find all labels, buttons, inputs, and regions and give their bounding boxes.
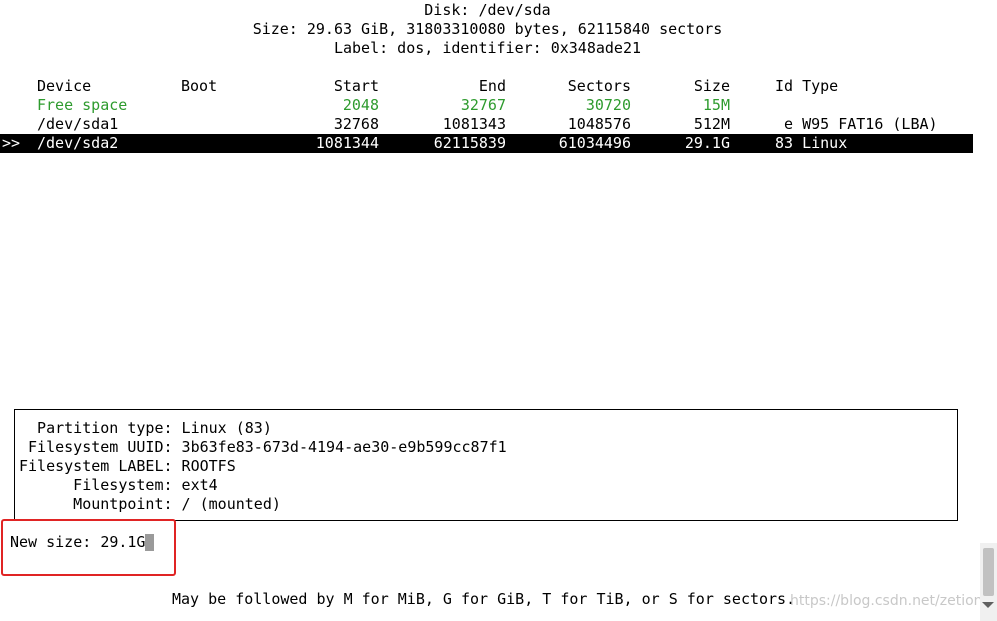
watermark: https://blog.csdn.net/zetion_ xyxy=(790,593,990,609)
row-type: 83 Linux xyxy=(775,134,848,152)
header-size: Size xyxy=(693,77,730,95)
row-device: Free space xyxy=(37,96,128,114)
table-row-free-space[interactable]: Free space 2048 32767 30720 15M xyxy=(0,96,975,115)
disk-size: Size: 29.63 GiB, 31803310080 bytes, 6211… xyxy=(252,20,723,38)
text-cursor xyxy=(145,534,154,551)
info-partition-type: Partition type: Linux (83) xyxy=(19,419,272,437)
header-type: Id Type xyxy=(775,77,839,95)
table-header: Device Boot Start End Sectors Size Id Ty… xyxy=(0,77,975,96)
disk-title: Disk: /dev/sda xyxy=(424,1,551,19)
row-device: /dev/sda2 xyxy=(37,134,119,152)
info-filesystem-uuid: Filesystem UUID: 3b63fe83-673d-4194-ae30… xyxy=(19,438,507,456)
row-start: 2048 xyxy=(342,96,379,114)
row-end: 62115839 xyxy=(433,134,506,152)
header-start: Start xyxy=(333,77,379,95)
row-end: 1081343 xyxy=(442,115,506,133)
row-start: 32768 xyxy=(333,115,379,133)
info-mountpoint: Mountpoint: / (mounted) xyxy=(19,495,281,513)
row-type: e W95 FAT16 (LBA) xyxy=(775,115,938,133)
new-size-value[interactable]: 29.1G xyxy=(100,533,145,551)
row-sectors: 30720 xyxy=(585,96,631,114)
size-hint: May be followed by M for MiB, G for GiB,… xyxy=(172,590,796,608)
row-size: 15M xyxy=(702,96,730,114)
row-sectors: 1048576 xyxy=(567,115,631,133)
row-size: 29.1G xyxy=(684,134,730,152)
header-boot: Boot xyxy=(181,77,218,95)
scrollbar-thumb[interactable] xyxy=(983,548,994,596)
row-size: 512M xyxy=(693,115,730,133)
header-sectors: Sectors xyxy=(567,77,631,95)
info-filesystem: Filesystem: ext4 xyxy=(19,476,218,494)
new-size-input[interactable]: New size: 29.1G xyxy=(10,533,145,552)
header-device: Device xyxy=(37,77,92,95)
table-row-sda1[interactable]: /dev/sda1 32768 1081343 1048576 512M e W… xyxy=(0,115,975,134)
disk-label: Label: dos, identifier: 0x348ade21 xyxy=(333,39,642,57)
row-start: 1081344 xyxy=(315,134,379,152)
table-row-sda2-selected[interactable]: >> /dev/sda2 1081344 62115839 61034496 2… xyxy=(0,134,973,153)
row-sectors: 61034496 xyxy=(558,134,631,152)
info-filesystem-label: Filesystem LABEL: ROOTFS xyxy=(19,457,236,475)
row-device: /dev/sda1 xyxy=(37,115,119,133)
selection-marker: >> xyxy=(2,134,21,152)
header-end: End xyxy=(478,77,506,95)
scroll-down-arrow-icon[interactable] xyxy=(982,602,994,608)
row-end: 32767 xyxy=(460,96,506,114)
new-size-label: New size: xyxy=(10,533,101,551)
